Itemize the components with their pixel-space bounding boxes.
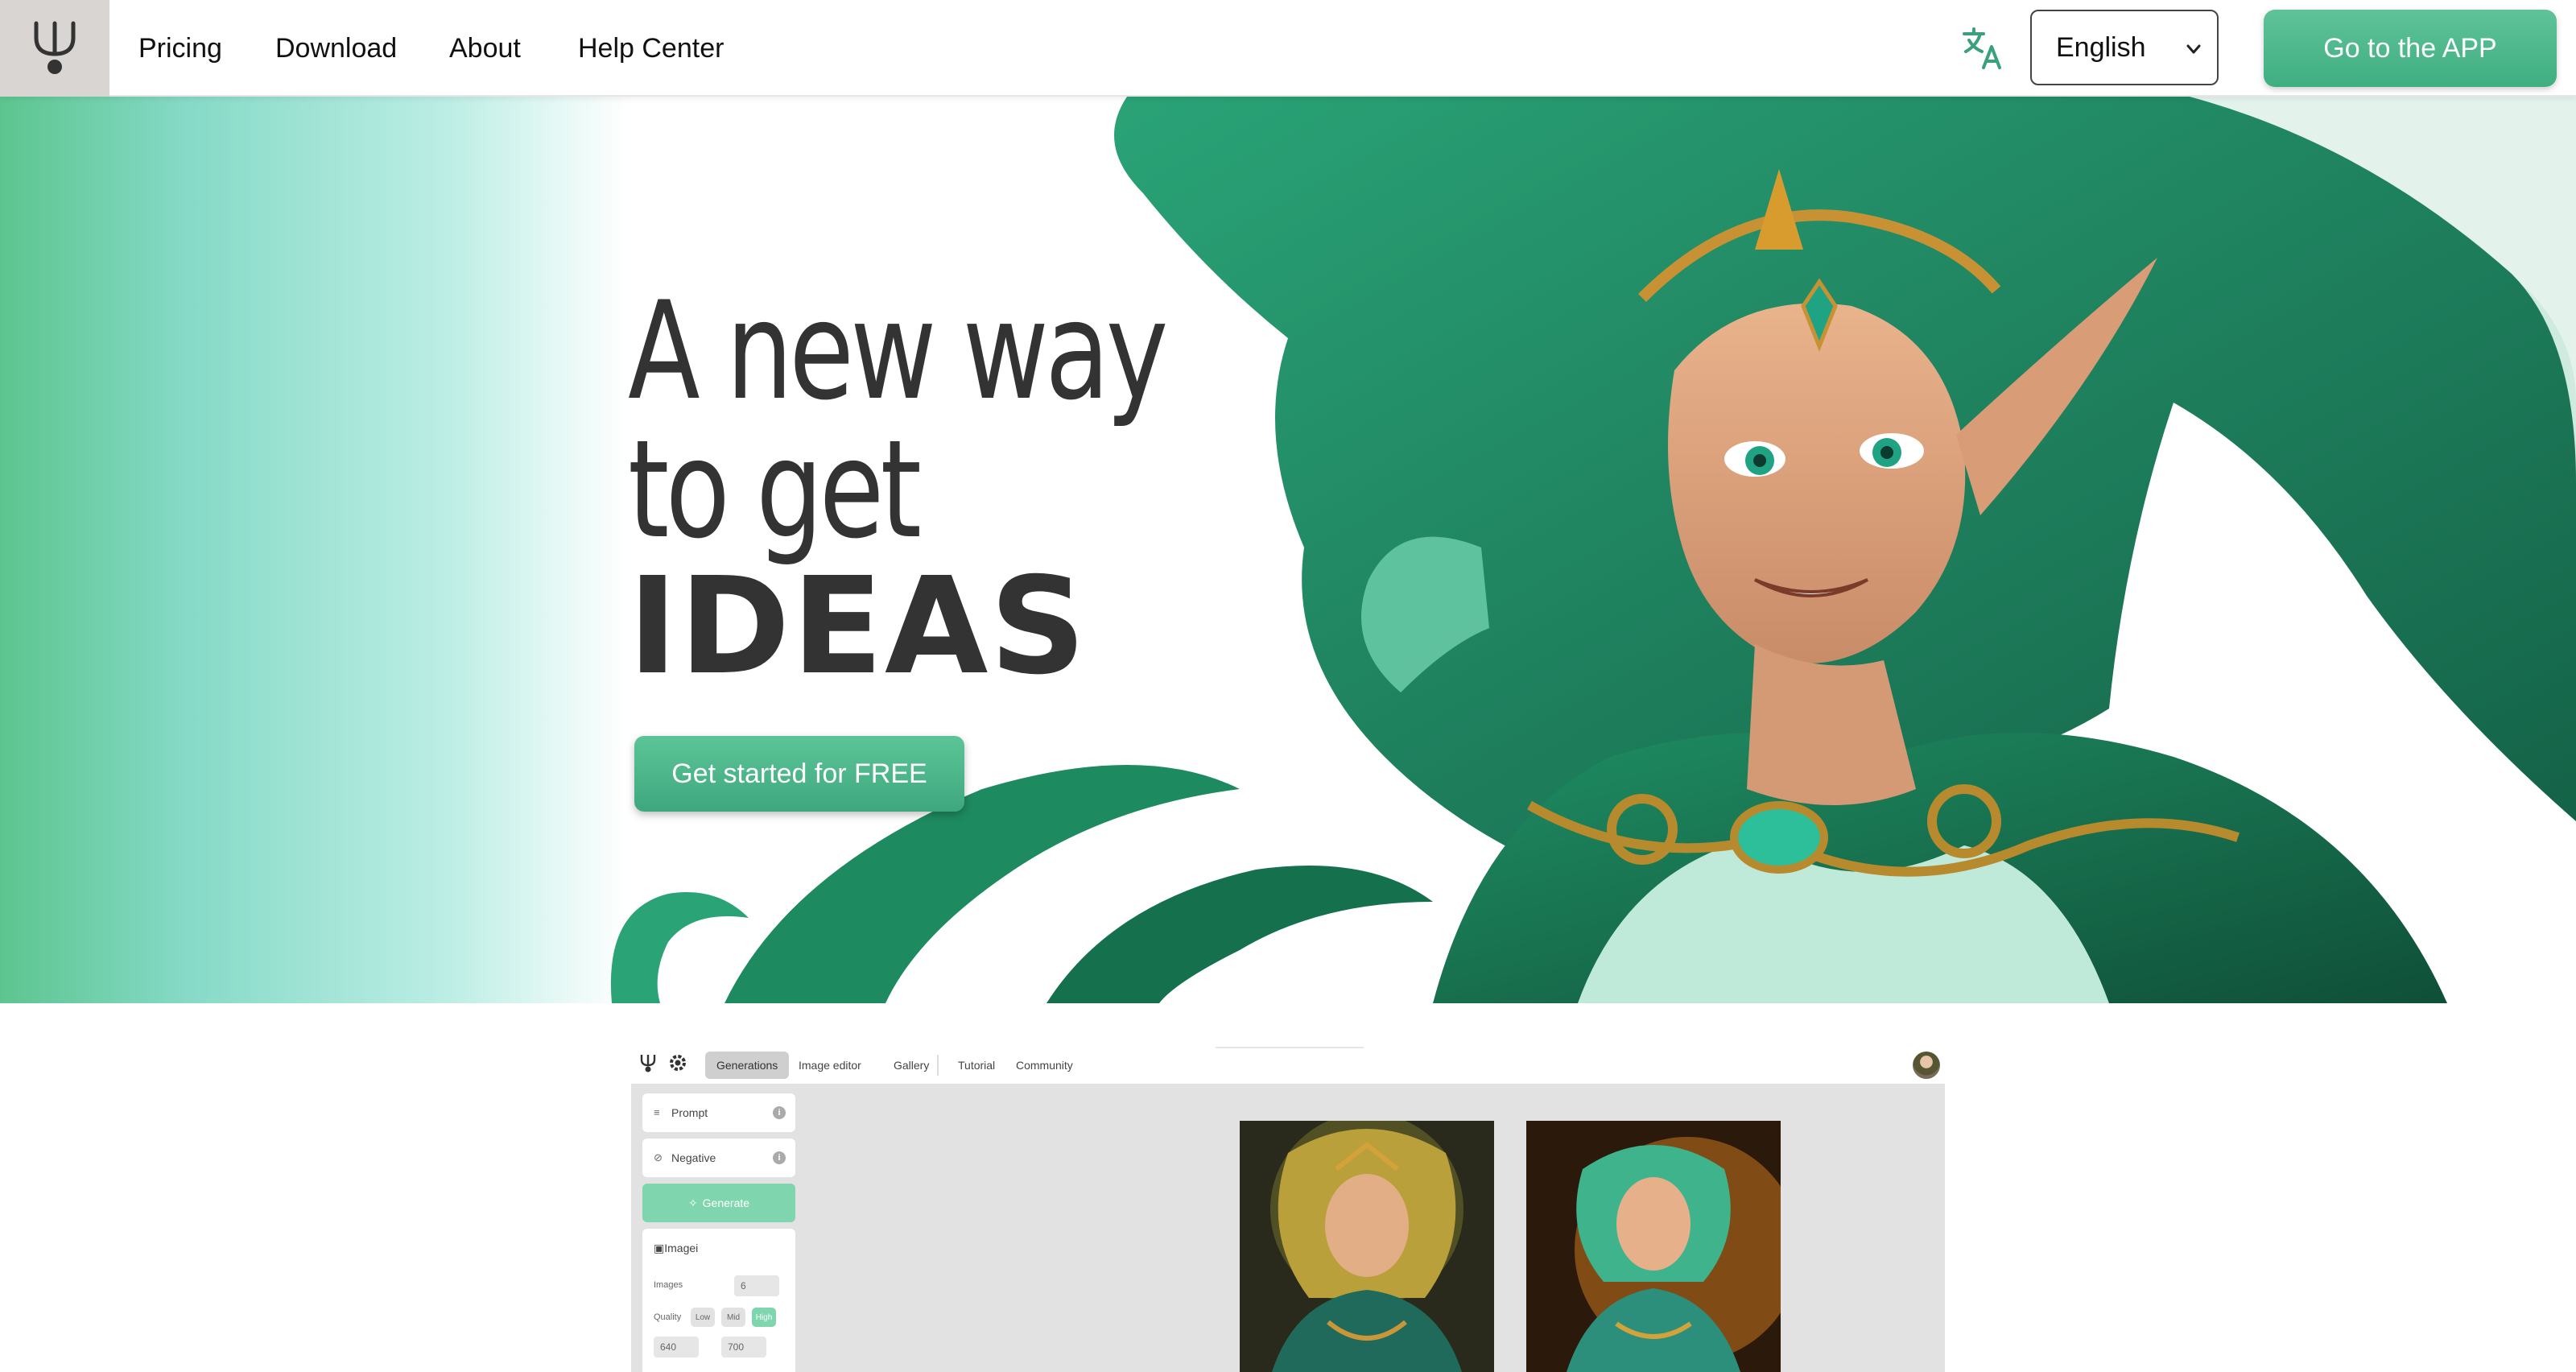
- preview-width-field: 640: [654, 1337, 699, 1358]
- preview-prompt-label: Prompt: [671, 1106, 708, 1119]
- preview-tab-image-editor: Image editor: [799, 1059, 861, 1072]
- headline-line-1: A new way: [628, 272, 1168, 430]
- info-icon: i: [773, 1106, 786, 1119]
- prompt-lines-icon: ≡: [654, 1106, 660, 1118]
- nav-link-about[interactable]: About: [449, 29, 521, 68]
- preview-gear-icon: [670, 1055, 686, 1071]
- get-started-button[interactable]: Get started for FREE: [634, 736, 964, 812]
- chevron-down-icon: [2186, 44, 2201, 54]
- preview-generated-image-2: [1526, 1121, 1781, 1372]
- preview-height-field: 700: [721, 1337, 766, 1358]
- preview-quality-label: Quality: [654, 1312, 682, 1322]
- app-preview-screenshot: Generations Image editor Gallery Tutoria…: [631, 1040, 1945, 1372]
- preview-generated-image-1: [1240, 1121, 1494, 1372]
- headline-line-2: to get: [628, 411, 922, 568]
- nav-link-pricing[interactable]: Pricing: [138, 29, 222, 68]
- preview-negative-label: Negative: [671, 1151, 716, 1164]
- info-icon: i: [773, 1151, 786, 1164]
- generated-elf-thumbnail: [1240, 1121, 1494, 1372]
- hero-gradient-panel: [0, 97, 628, 1003]
- preview-sidebar: ≡ Prompt i ⊘ Negative i ✧ Generate ▣ Ima…: [642, 1093, 795, 1372]
- preview-tab-tutorial: Tutorial: [958, 1059, 996, 1072]
- image-icon: ▣: [654, 1241, 665, 1254]
- preview-prompt-card: ≡ Prompt i: [642, 1093, 795, 1132]
- wand-icon: ✧: [687, 1196, 698, 1209]
- preview-tab-gallery: Gallery: [894, 1059, 930, 1072]
- headline-line-3: IDEAS: [628, 549, 1088, 705]
- trident-logo-icon: [34, 21, 76, 74]
- info-icon: i: [696, 1242, 699, 1254]
- preview-images-label: Images: [654, 1280, 683, 1290]
- preview-image-label: Image: [664, 1242, 696, 1254]
- generated-elf-thumbnail: [1526, 1121, 1781, 1372]
- preview-tab-community: Community: [1016, 1059, 1073, 1072]
- language-select-value: English: [2056, 31, 2146, 63]
- negative-icon: ⊘: [654, 1151, 663, 1163]
- preview-tab-generations: Generations: [705, 1052, 790, 1079]
- hero-section: A new way to get IDEAS Get started for F…: [0, 97, 2576, 1003]
- preview-quality-high: High: [752, 1308, 776, 1327]
- go-to-app-button[interactable]: Go to the APP: [2264, 10, 2557, 87]
- top-navbar: Pricing Download About Help Center Engli…: [0, 0, 2576, 97]
- preview-generate-button: ✧ Generate: [642, 1184, 795, 1222]
- nav-link-download[interactable]: Download: [275, 29, 397, 68]
- translate-icon[interactable]: [1961, 26, 2006, 71]
- preview-topbar: Generations Image editor Gallery Tutoria…: [631, 1040, 1945, 1084]
- preview-images-count: 6: [734, 1275, 779, 1296]
- preview-generate-label: Generate: [702, 1196, 750, 1209]
- preview-divider: [1216, 1047, 1364, 1048]
- preview-image-card-header: ▣ Image i: [654, 1229, 784, 1267]
- preview-tab-separator: [937, 1055, 939, 1076]
- language-select[interactable]: English: [2030, 10, 2219, 85]
- preview-image-settings-card: ▣ Image i Images 6 Quality Low Mid High …: [642, 1229, 795, 1372]
- preview-avatar: [1913, 1052, 1940, 1079]
- preview-trident-logo-icon: [640, 1055, 656, 1072]
- preview-quality-low: Low: [691, 1308, 715, 1327]
- preview-quality-mid: Mid: [721, 1308, 745, 1327]
- logo[interactable]: [0, 0, 109, 97]
- preview-negative-card: ⊘ Negative i: [642, 1139, 795, 1177]
- nav-link-help-center[interactable]: Help Center: [578, 29, 724, 68]
- hero-headline: A new way to get IDEAS: [628, 282, 1316, 696]
